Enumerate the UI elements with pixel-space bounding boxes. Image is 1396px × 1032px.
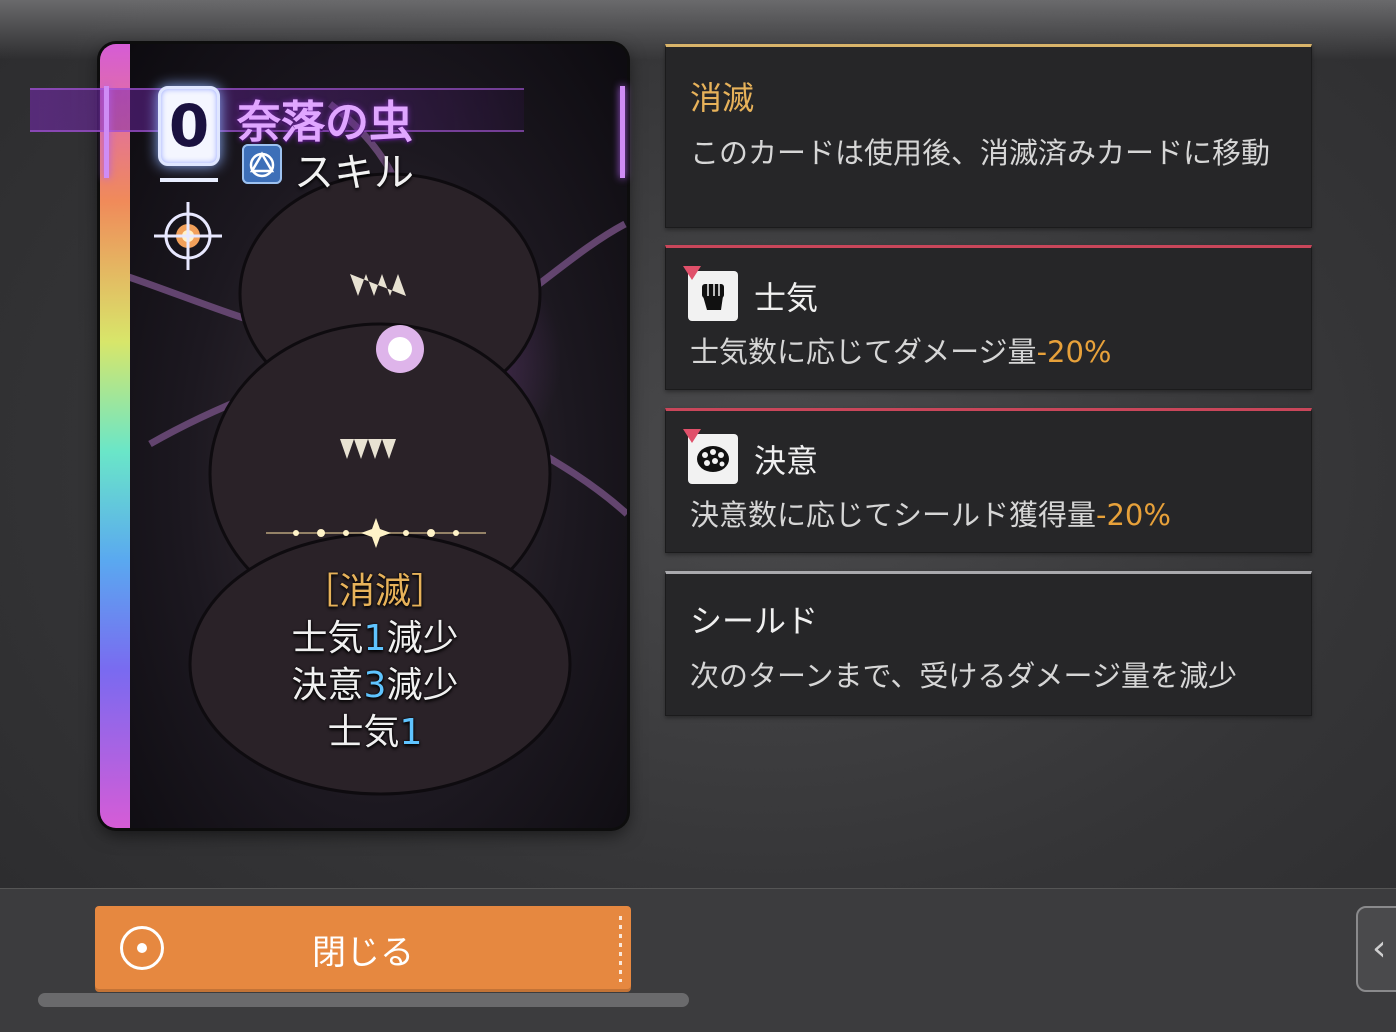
- status-panel-morale: 士気 士気数に応じてダメージ量-20%: [665, 245, 1312, 390]
- keyword-panel-shield: シールド 次のターンまで、受けるダメージ量を減少: [665, 571, 1312, 716]
- close-button-label: 閉じる: [312, 932, 414, 973]
- panel-description: 決意数に応じてシールド獲得量-20%: [690, 495, 1287, 535]
- chevron-left-icon: ‹: [1372, 928, 1387, 969]
- target-crosshair-icon: [148, 196, 228, 276]
- card-text-resolve: 決意: [291, 665, 364, 706]
- panel-title: 士気: [754, 279, 819, 317]
- card-text-number: 1: [399, 712, 423, 753]
- card-frame-accent-left: [104, 86, 109, 178]
- panel-description-text: 士気数に応じてダメージ量: [690, 335, 1037, 369]
- horizontal-scrollbar[interactable]: [38, 993, 689, 1007]
- circle-dot-icon: [120, 926, 164, 970]
- fist-icon: [683, 266, 738, 321]
- panel-title: 決意: [754, 442, 819, 480]
- card-text-line-1: 士気1減少: [230, 615, 520, 662]
- card-text-line-3: 士気1: [230, 709, 520, 756]
- button-edge-decoration: [619, 916, 622, 982]
- panel-description-text: 決意数に応じてシールド獲得量: [690, 498, 1097, 532]
- panel-description-value: -20%: [1096, 498, 1171, 532]
- card-text-reduce: 減少: [386, 665, 459, 706]
- panel-description-value: -20%: [1036, 335, 1112, 369]
- card-cost: 0: [158, 86, 220, 166]
- card-text-reduce: 減少: [386, 618, 459, 659]
- card-text-line-2: 決意3減少: [230, 662, 520, 709]
- keyword-panel-exhaust: 消滅 このカードは使用後、消滅済みカードに移動: [665, 44, 1312, 228]
- close-button[interactable]: 閉じる: [95, 906, 631, 992]
- panel-description: このカードは使用後、消滅済みカードに移動: [690, 136, 1271, 170]
- side-panel-toggle[interactable]: ‹: [1356, 906, 1396, 992]
- card-cost-underline: [160, 178, 218, 182]
- panel-title: 消滅: [690, 79, 755, 117]
- card-text-divider: [266, 518, 486, 548]
- card-text-morale: 士気: [327, 712, 400, 753]
- panel-title: シールド: [690, 602, 819, 640]
- panel-description: 次のターンまで、受けるダメージ量を減少: [690, 659, 1237, 693]
- pinecone-icon: [683, 429, 738, 484]
- panel-description: 士気数に応じてダメージ量-20%: [690, 332, 1287, 372]
- card-type: スキル: [294, 150, 414, 196]
- card-text-morale: 士気: [291, 618, 364, 659]
- card-frame-accent-right: [620, 86, 625, 178]
- skill-type-icon: [242, 144, 282, 184]
- card-text-keyword: ［消滅］: [302, 571, 447, 612]
- card-effect-text: ［消滅］ 士気1減少 決意3減少 士気1: [230, 568, 520, 756]
- status-panel-resolve: 決意 決意数に応じてシールド獲得量-20%: [665, 408, 1312, 553]
- card-text-number: 1: [363, 618, 387, 659]
- card-text-number: 3: [363, 665, 387, 706]
